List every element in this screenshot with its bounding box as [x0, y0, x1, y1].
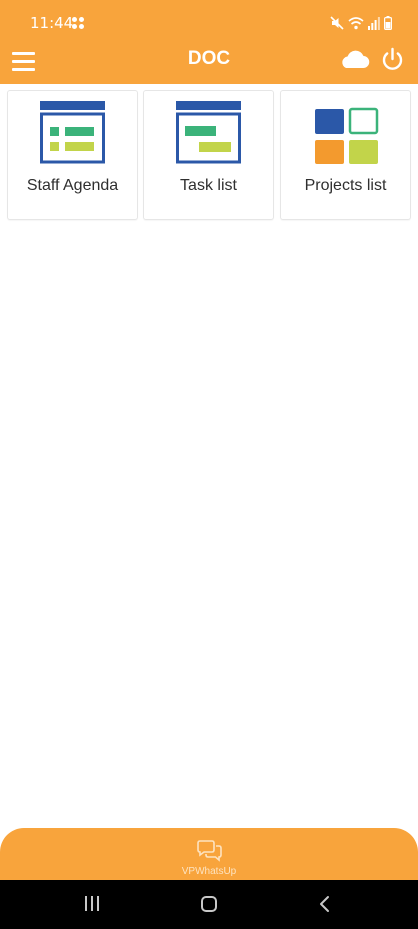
- tile-task-list[interactable]: Task list: [143, 90, 274, 220]
- bottom-bar: VPWhatsUp: [0, 828, 418, 882]
- home-icon[interactable]: [201, 896, 217, 912]
- power-icon[interactable]: [380, 47, 405, 72]
- task-list-icon: [176, 101, 241, 164]
- projects-grid-icon: [315, 107, 379, 164]
- tile-label: Task list: [180, 177, 237, 194]
- mute-icon: [330, 16, 344, 30]
- tile-label: Projects list: [304, 177, 387, 194]
- app-bar: DOC: [0, 46, 418, 84]
- staff-agenda-icon: [40, 101, 105, 164]
- module-grid: Staff Agenda Task list Projects list: [0, 84, 418, 224]
- notification-dots-icon: [72, 17, 84, 29]
- battery-icon: [384, 16, 392, 30]
- tile-projects-list[interactable]: Projects list: [280, 90, 411, 220]
- status-icons: [330, 14, 392, 32]
- cloud-icon[interactable]: [338, 48, 370, 70]
- recent-apps-icon[interactable]: [84, 896, 102, 912]
- tile-staff-agenda[interactable]: Staff Agenda: [7, 90, 138, 220]
- status-bar: 11:44: [0, 0, 418, 46]
- vpwhatsup-label[interactable]: VPWhatsUp: [0, 866, 418, 877]
- status-time: 11:44: [30, 14, 74, 32]
- system-nav-bar: [0, 880, 418, 929]
- back-icon[interactable]: [318, 895, 332, 913]
- tile-label: Staff Agenda: [26, 177, 119, 194]
- wifi-icon: [348, 17, 364, 30]
- chat-bubbles-icon[interactable]: [196, 840, 223, 862]
- signal-icon: [368, 16, 380, 30]
